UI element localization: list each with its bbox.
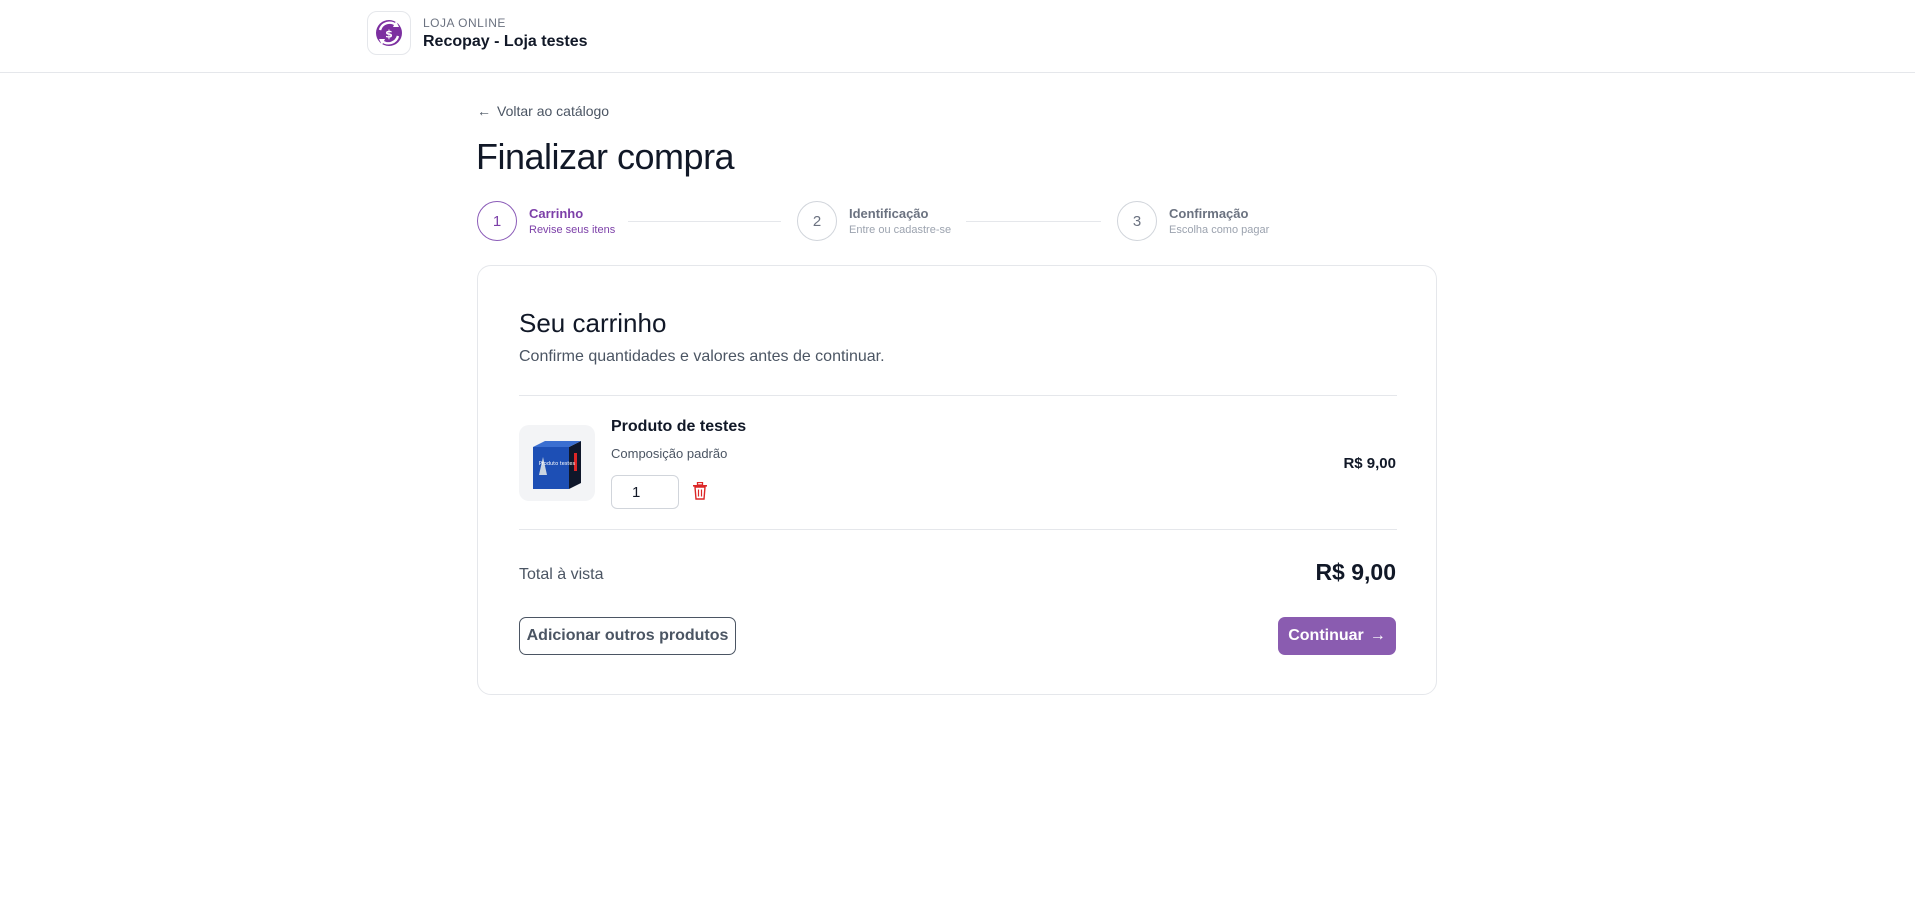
divider <box>519 395 1397 396</box>
product-price: R$ 9,00 <box>1343 455 1396 472</box>
total-label: Total à vista <box>519 566 604 583</box>
trash-icon[interactable] <box>692 481 710 502</box>
continue-label: Continuar <box>1288 627 1364 644</box>
recopay-logo-icon: $ <box>376 20 402 46</box>
step-number: 1 <box>477 201 517 241</box>
step-number: 2 <box>797 201 837 241</box>
add-more-products-button[interactable]: Adicionar outros produtos <box>519 617 736 655</box>
svg-text:$: $ <box>385 28 393 41</box>
step-number: 3 <box>1117 201 1157 241</box>
cart-title: Seu carrinho <box>519 308 667 338</box>
cart-card: Seu carrinho Confirme quantidades e valo… <box>477 265 1437 695</box>
cart-subtitle: Confirme quantidades e valores antes de … <box>519 348 885 365</box>
step-title: Carrinho <box>529 206 584 221</box>
arrow-right-icon: → <box>1369 627 1386 644</box>
top-header: $ LOJA ONLINE Recopay - Loja testes <box>0 0 1915 73</box>
step-confirmation: 3 Confirmação Escolha como pagar <box>1117 200 1269 242</box>
product-description: Composição padrão <box>611 446 728 461</box>
quantity-input[interactable]: 1 <box>611 475 679 509</box>
step-subtitle: Revise seus itens <box>529 224 616 236</box>
product-thumbnail: Produto testes <box>519 425 595 501</box>
store-name: Recopay - Loja testes <box>423 33 588 50</box>
step-connector <box>628 221 781 222</box>
step-subtitle: Entre ou cadastre-se <box>849 224 952 236</box>
step-title: Confirmação <box>1169 206 1249 221</box>
step-title: Identificação <box>849 206 929 221</box>
back-to-catalog-link[interactable]: ← Voltar ao catálogo <box>477 103 609 119</box>
product-box-image: Produto testes <box>533 441 581 489</box>
step-connector <box>966 221 1101 222</box>
arrow-left-icon: ← <box>477 103 491 119</box>
step-cart: 1 Carrinho Revise seus itens <box>477 200 615 242</box>
page-title: Finalizar compra <box>476 136 735 177</box>
store-kicker: LOJA ONLINE <box>423 16 506 30</box>
back-link-label: Voltar ao catálogo <box>497 103 610 119</box>
product-box-label: Produto testes <box>539 461 576 467</box>
store-logo[interactable]: $ <box>367 11 411 55</box>
total-value: R$ 9,00 <box>1315 559 1396 585</box>
step-identification: 2 Identificação Entre ou cadastre-se <box>797 200 951 242</box>
divider <box>519 529 1397 530</box>
step-subtitle: Escolha como pagar <box>1169 224 1270 236</box>
product-name: Produto de testes <box>611 418 747 435</box>
continue-button[interactable]: Continuar → <box>1278 617 1396 655</box>
